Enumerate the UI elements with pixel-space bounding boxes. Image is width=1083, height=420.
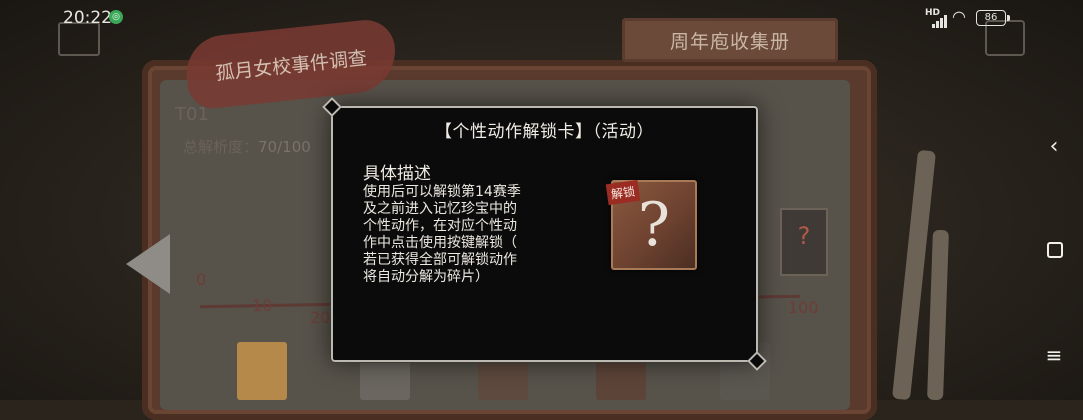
progress-value: 70/100 [258,138,311,156]
description-line: 作中点击使用按键解锁（ [363,235,517,251]
status-bar: 20:22 ◎ HD ◠ 86 [0,0,1083,36]
app-notification-icon: ◎ [109,10,123,24]
signal-icon [932,9,948,28]
track-number: 100 [788,298,819,317]
description-line: 若已获得全部可解锁动作 [363,252,517,268]
event-title: 孤月女校事件调查 [214,46,368,85]
question-icon: ? [797,222,811,250]
description: 使用后可以解锁第14赛季 及之前进入记忆珍宝中的 个性动作，在对应个性动 作中点… [363,184,548,286]
unlock-card-image: ? 解锁 [605,179,697,270]
description-line: 使用后可以解锁第14赛季 [363,184,521,200]
track-number: 10 [252,296,273,315]
menu-icon[interactable]: ≡ [1043,343,1065,367]
chevron-left-icon[interactable]: ‹ [1043,134,1065,159]
track-number: 0 [196,270,207,289]
description-line: 个性动作，在对应个性动 [363,218,517,234]
battery-icon: 86 [976,10,1010,26]
clock: 20:22 [63,8,112,28]
side-reward-card[interactable]: ? [780,208,828,276]
page-prev-arrow-icon[interactable] [126,234,170,294]
item-detail-modal[interactable]: 【个性动作解锁卡】（活动） 具体描述 使用后可以解锁第14赛季 及之前进入记忆珍… [331,106,758,362]
wifi-icon: ◠ [952,7,966,26]
square-icon[interactable] [1047,242,1063,258]
description-line: 将自动分解为碎片） [363,269,489,285]
reward-thumb[interactable] [237,342,287,400]
modal-title: 【个性动作解锁卡】（活动） [435,122,654,142]
description-line: 及之前进入记忆珍宝中的 [363,201,517,217]
section-heading: 具体描述 [363,164,431,184]
unlock-tag: 解锁 [605,179,641,206]
progress-label: 总解析度：70/100 [183,138,311,156]
page-id: T01 [175,104,209,125]
track-number: 20 [310,308,331,327]
